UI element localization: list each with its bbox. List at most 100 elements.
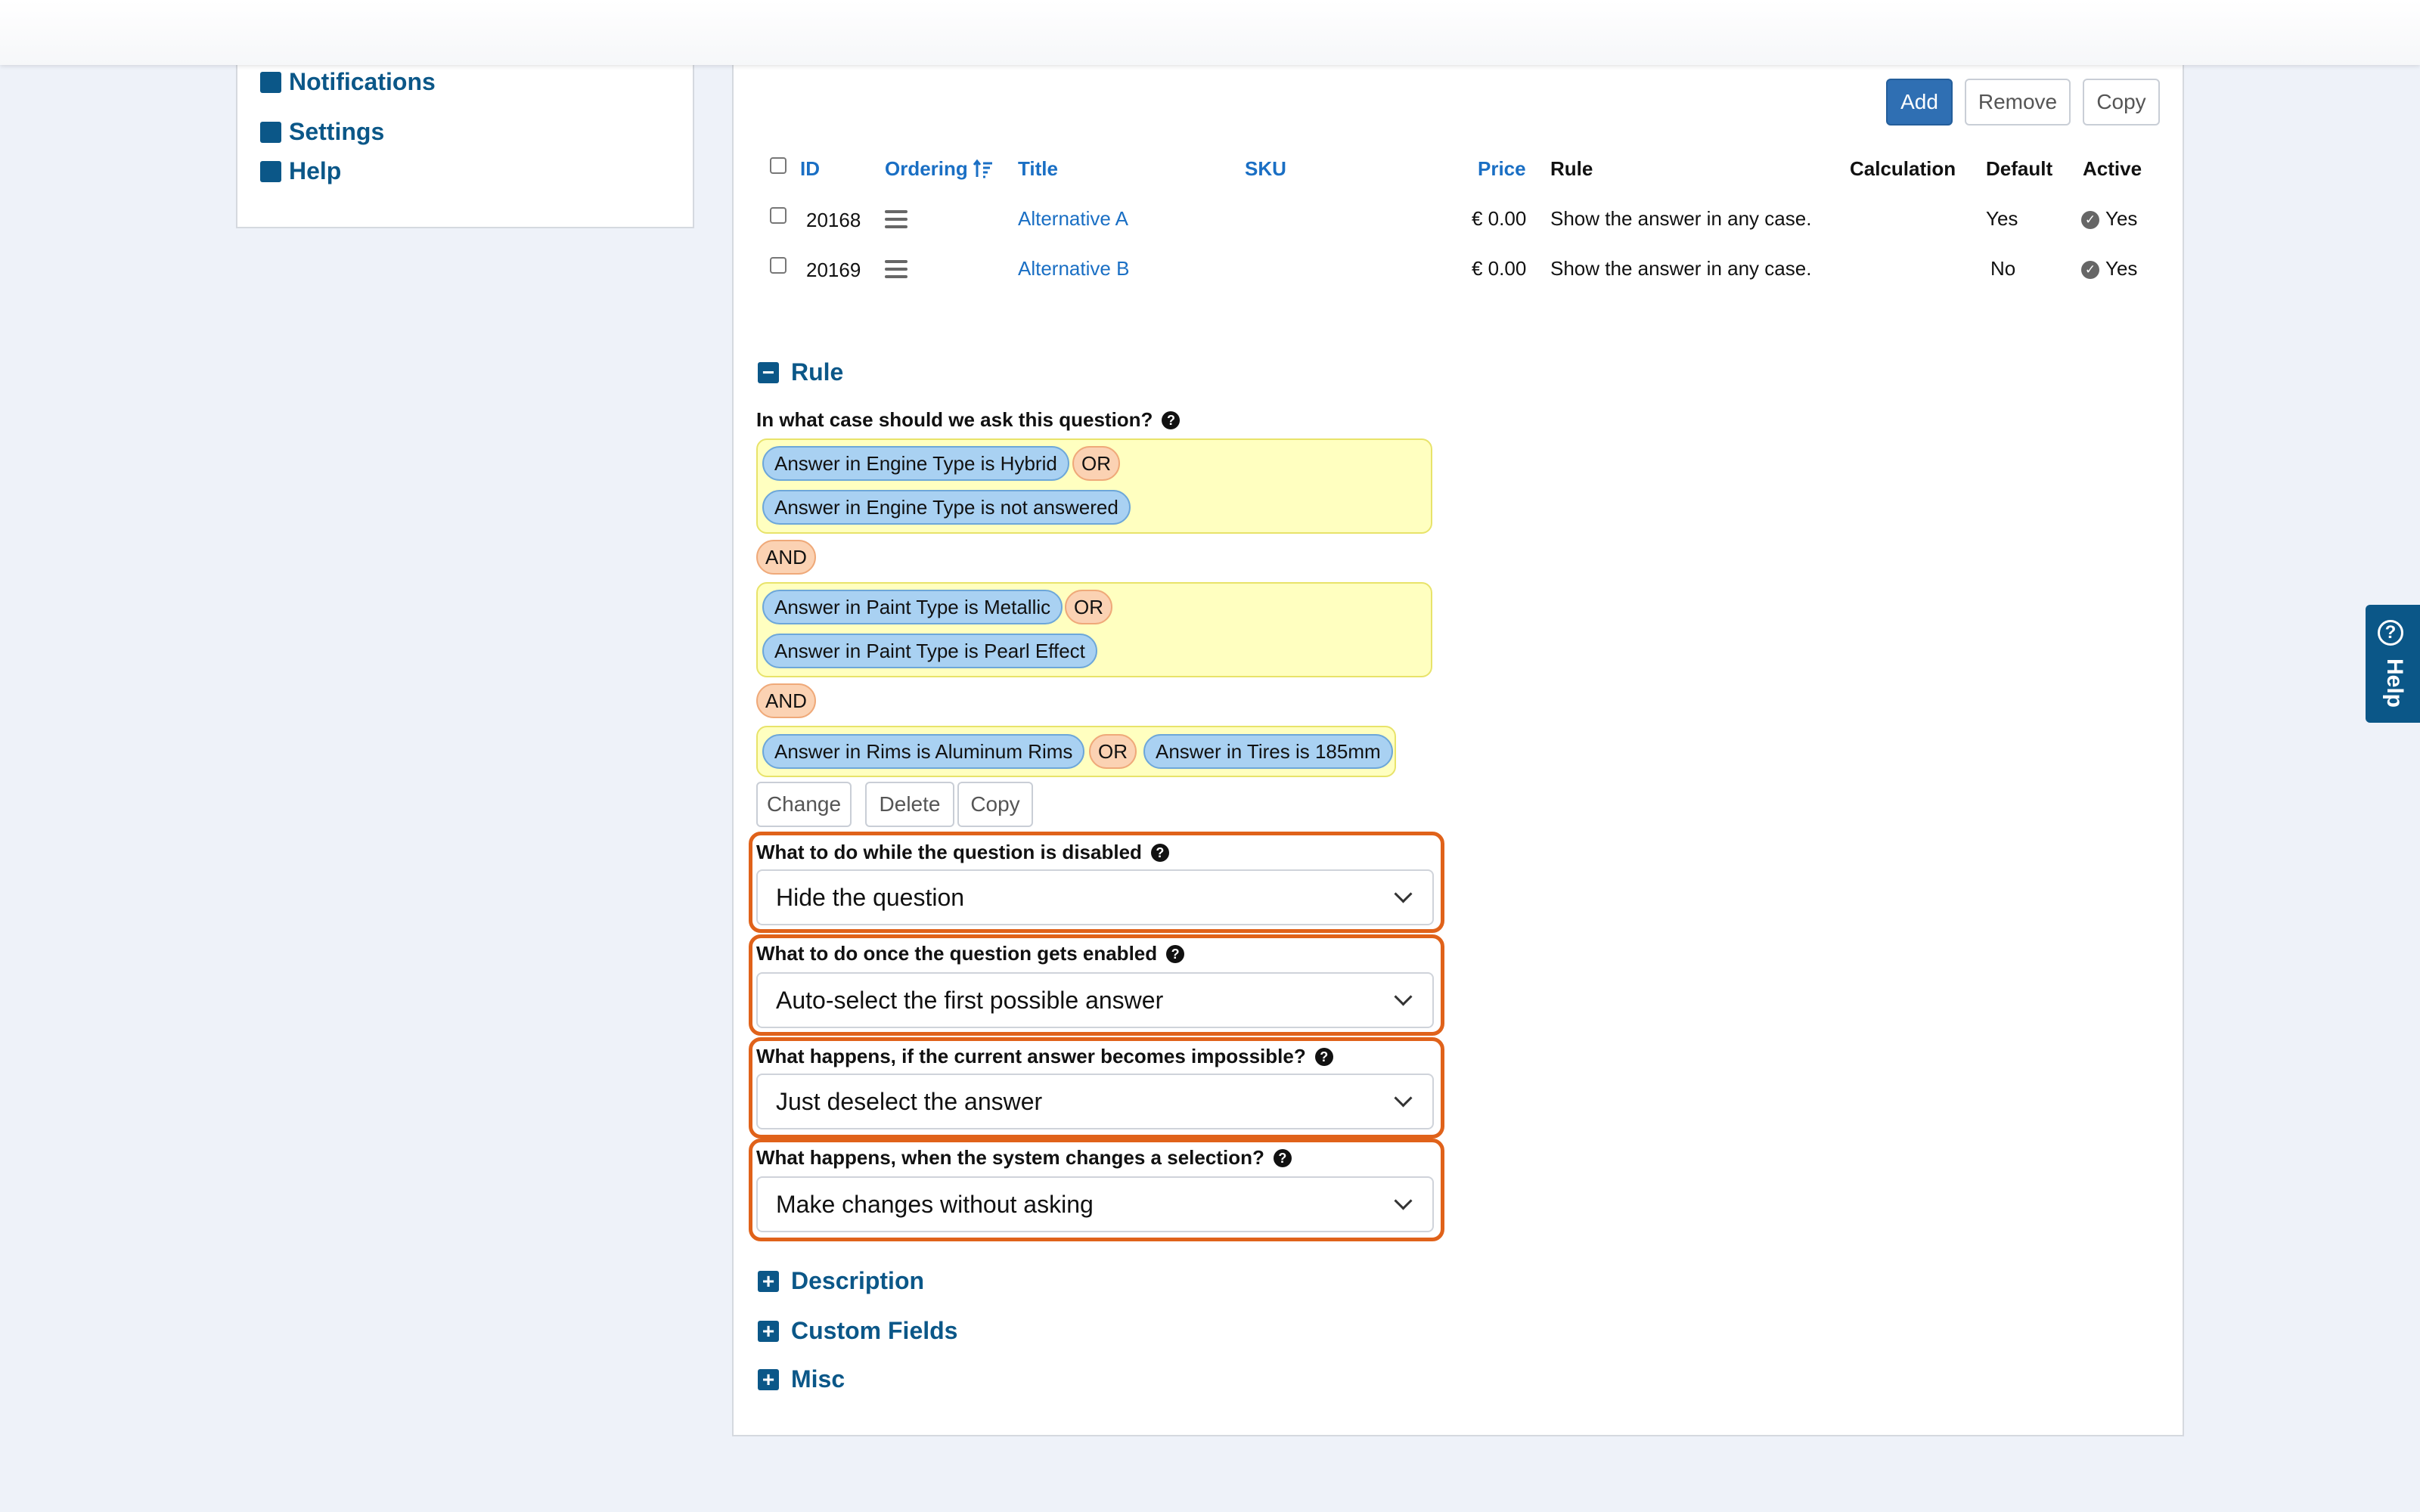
setting-label: What happens, if the current answer beco… [756,1045,1333,1068]
custom-fields-section-toggle[interactable]: + Custom Fields [758,1317,957,1345]
chevron-down-icon [1394,1089,1413,1108]
setting-label-text: What happens, if the current answer beco… [756,1045,1306,1067]
row-active-label: Yes [2105,257,2138,280]
section-title: Description [791,1267,925,1294]
or-operator: OR [1089,734,1137,769]
square-icon [260,160,281,182]
description-section-toggle[interactable]: + Description [758,1267,924,1295]
drag-handle-icon[interactable] [885,210,908,233]
setting-label: What to do while the question is disable… [756,841,1169,864]
select-value: Hide the question [776,883,965,911]
row-default: No [1990,257,2016,280]
help-tab[interactable]: ? Help [2366,605,2420,723]
section-title: Misc [791,1365,845,1393]
rule-section-toggle[interactable]: − Rule [758,358,843,386]
sidebar-item-label: Notifications [289,68,436,95]
question-circle-icon[interactable]: ? [1273,1148,1292,1167]
system-changes-select[interactable]: Make changes without asking [756,1176,1434,1232]
or-operator: OR [1065,590,1112,624]
delete-rule-button[interactable]: Delete [865,782,954,827]
row-rule: Show the answer in any case. [1550,257,1812,280]
check-circle-icon: ✓ [2081,211,2099,230]
plus-square-icon: + [758,1320,779,1342]
row-checkbox[interactable] [770,207,786,224]
question-circle-icon[interactable]: ? [1314,1047,1333,1066]
minus-square-icon: − [758,361,779,383]
setting-label-text: What to do while the question is disable… [756,841,1142,863]
setting-label: What to do once the question gets enable… [756,942,1185,965]
top-bar [0,0,2420,65]
column-header-ordering[interactable]: Ordering [885,157,994,181]
row-default: Yes [1986,207,2018,230]
select-value: Just deselect the answer [776,1087,1043,1115]
enabled-behavior-select[interactable]: Auto-select the first possible answer [756,972,1434,1028]
column-header-rule: Rule [1550,157,1593,180]
condition-chip[interactable]: Answer in Tires is 185mm [1143,734,1393,769]
column-header-default: Default [1986,157,2053,180]
condition-chip[interactable]: Answer in Paint Type is Pearl Effect [762,634,1097,668]
sort-icon [973,159,992,178]
condition-chip[interactable]: Answer in Paint Type is Metallic [762,590,1063,624]
copy-button[interactable]: Copy [2083,79,2160,125]
question-circle-icon[interactable]: ? [1166,944,1185,963]
question-circle-icon[interactable]: ? [1150,843,1169,862]
column-header-calculation: Calculation [1850,157,1956,180]
question-circle-icon: ? [2378,620,2403,646]
impossible-answer-select[interactable]: Just deselect the answer [756,1074,1434,1129]
plus-square-icon: + [758,1368,779,1390]
sidebar-item-settings[interactable]: Settings [260,118,384,146]
row-title-link[interactable]: Alternative B [1018,257,1129,280]
and-operator: AND [756,683,816,718]
row-active-label: Yes [2105,207,2138,230]
row-checkbox[interactable] [770,257,786,274]
sidebar: Notifications Settings Help [236,45,694,228]
setting-label: What happens, when the system changes a … [756,1146,1292,1170]
condition-chip[interactable]: Answer in Engine Type is Hybrid [762,446,1069,481]
rule-question-label: In what case should we ask this question… [756,408,1181,432]
row-id: 20168 [806,209,861,231]
column-header-title[interactable]: Title [1018,157,1058,181]
row-rule: Show the answer in any case. [1550,207,1812,230]
column-header-sku[interactable]: SKU [1245,157,1286,181]
square-icon [260,121,281,143]
condition-chip[interactable]: Answer in Engine Type is not answered [762,490,1131,525]
setting-label-text: What to do once the question gets enable… [756,942,1158,965]
square-icon [260,71,281,93]
section-title: Custom Fields [791,1317,958,1344]
rule-section-title: Rule [791,358,844,386]
row-active: ✓ Yes [2081,257,2137,280]
rule-question-text: In what case should we ask this question… [756,408,1153,431]
sidebar-item-label: Settings [289,118,385,145]
drag-handle-icon[interactable] [885,260,908,283]
condition-chip[interactable]: Answer in Rims is Aluminum Rims [762,734,1085,769]
chevron-down-icon [1394,1191,1413,1210]
select-all-checkbox[interactable] [770,157,786,174]
sidebar-item-notifications[interactable]: Notifications [260,68,436,96]
disabled-behavior-select[interactable]: Hide the question [756,869,1434,925]
question-circle-icon[interactable]: ? [1162,411,1181,429]
select-value: Make changes without asking [776,1190,1094,1218]
and-operator: AND [756,540,816,575]
row-price: € 0.00 [1472,257,1527,280]
column-header-label: Ordering [885,157,968,180]
sidebar-item-label: Help [289,157,342,184]
row-price: € 0.00 [1472,207,1527,230]
select-value: Auto-select the first possible answer [776,986,1164,1014]
setting-label-text: What happens, when the system changes a … [756,1146,1264,1169]
column-header-id[interactable]: ID [800,157,820,181]
check-circle-icon: ✓ [2081,261,2099,280]
row-title-link[interactable]: Alternative A [1018,207,1128,231]
or-operator: OR [1072,446,1120,481]
chevron-down-icon [1394,885,1413,903]
copy-rule-button[interactable]: Copy [957,782,1033,827]
column-header-active: Active [2083,157,2142,180]
sidebar-item-help[interactable]: Help [260,157,341,185]
change-rule-button[interactable]: Change [756,782,852,827]
misc-section-toggle[interactable]: + Misc [758,1365,845,1393]
add-button[interactable]: Add [1886,79,1953,125]
column-header-price[interactable]: Price [1478,157,1526,181]
row-id: 20169 [806,259,861,281]
remove-button[interactable]: Remove [1965,79,2071,125]
help-tab-label: Help [2382,658,2407,708]
chevron-down-icon [1394,987,1413,1006]
